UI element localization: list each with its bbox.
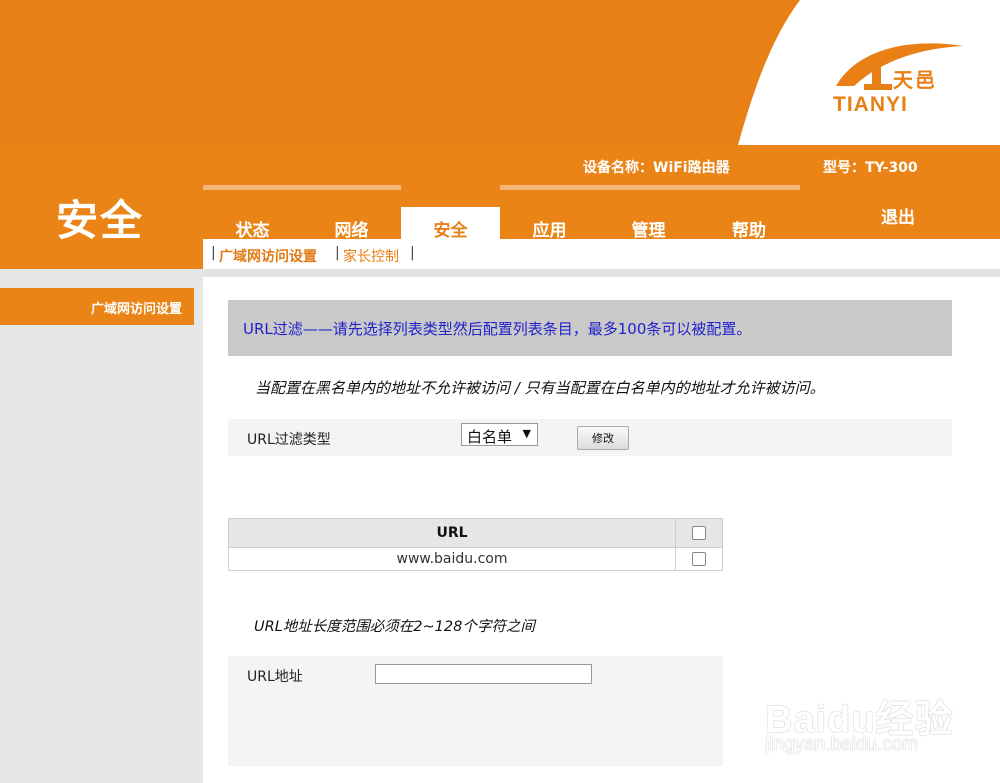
tab-network[interactable]: 网络 — [302, 185, 401, 241]
filter-type-label: URL过滤类型 — [247, 432, 331, 448]
tab-security[interactable]: 安全 — [401, 207, 500, 241]
tab-label: 网络 — [334, 221, 369, 241]
table-row: www.baidu.com — [228, 547, 723, 571]
top-banner: 天邑 TIANYI — [0, 0, 1000, 145]
filter-description: 当配置在黑名单内的地址不允许被访问 / 只有当配置在白名单内的地址才允许被访问。 — [255, 379, 825, 397]
row-checkbox[interactable] — [692, 552, 706, 566]
modify-button[interactable]: 修改 — [577, 426, 629, 450]
section-title: 安全 — [56, 196, 145, 245]
device-name: 设备名称：WiFi路由器 — [583, 160, 730, 176]
logo-english-text: TIANYI — [833, 93, 908, 116]
filter-type-value: 白名单 — [467, 428, 513, 446]
subnav-wan-access[interactable]: 广域网访问设置 — [219, 246, 317, 266]
device-model: 型号：TY-300 — [823, 160, 918, 176]
baidu-watermark: Baidu经验 jingyan.baidu.com — [765, 688, 954, 755]
url-address-panel: URL地址 — [228, 656, 723, 766]
row-checkbox-cell — [675, 547, 723, 571]
watermark-url-text: jingyan.baidu.com — [765, 734, 919, 755]
main-tabs: 状态 网络 安全 应用 管理 帮助 — [203, 185, 800, 241]
divider — [203, 269, 1000, 277]
select-all-cell — [675, 518, 723, 548]
subnav-separator: | — [335, 245, 340, 261]
tab-help[interactable]: 帮助 — [698, 185, 800, 241]
subnav-separator: | — [410, 245, 415, 261]
dropdown-arrow-icon: ▼ — [522, 427, 531, 440]
notice-box: URL过滤——请先选择列表类型然后配置列表条目，最多100条可以被配置。 — [228, 300, 952, 356]
url-table: URL www.baidu.com — [228, 518, 723, 571]
filter-type-select[interactable]: 白名单 ▼ — [461, 423, 538, 446]
table-header-row: URL — [228, 518, 723, 548]
tab-label: 应用 — [532, 221, 567, 241]
tab-label: 帮助 — [732, 221, 766, 241]
url-address-input[interactable] — [375, 664, 592, 684]
logout-button[interactable]: 退出 — [881, 203, 915, 228]
tab-label: 管理 — [631, 221, 666, 241]
sub-navigation: | 广域网访问设置 | 家长控制 | — [203, 239, 1000, 269]
tab-management[interactable]: 管理 — [599, 185, 698, 241]
tab-status[interactable]: 状态 — [203, 185, 302, 241]
filter-type-row: URL过滤类型 白名单 ▼ 修改 — [228, 419, 952, 456]
tab-label: 状态 — [235, 221, 270, 241]
url-cell: www.baidu.com — [228, 547, 676, 571]
tab-application[interactable]: 应用 — [500, 185, 599, 241]
sidebar-item-label: 广域网访问设置 — [90, 302, 182, 317]
logo-chinese-text: 天邑 — [893, 68, 937, 92]
url-column-header: URL — [228, 518, 676, 548]
subnav-separator: | — [211, 245, 216, 261]
notice-text: URL过滤——请先选择列表类型然后配置列表条目，最多100条可以被配置。 — [243, 320, 752, 338]
url-address-label: URL地址 — [247, 669, 303, 685]
subnav-parental-control[interactable]: 家长控制 — [343, 246, 399, 266]
url-length-hint: URL地址长度范围必须在2~128个字符之间 — [254, 619, 535, 635]
select-all-checkbox[interactable] — [692, 526, 706, 540]
sidebar-item-wan-access[interactable]: 广域网访问设置 — [0, 288, 194, 325]
tab-label: 安全 — [433, 221, 468, 241]
